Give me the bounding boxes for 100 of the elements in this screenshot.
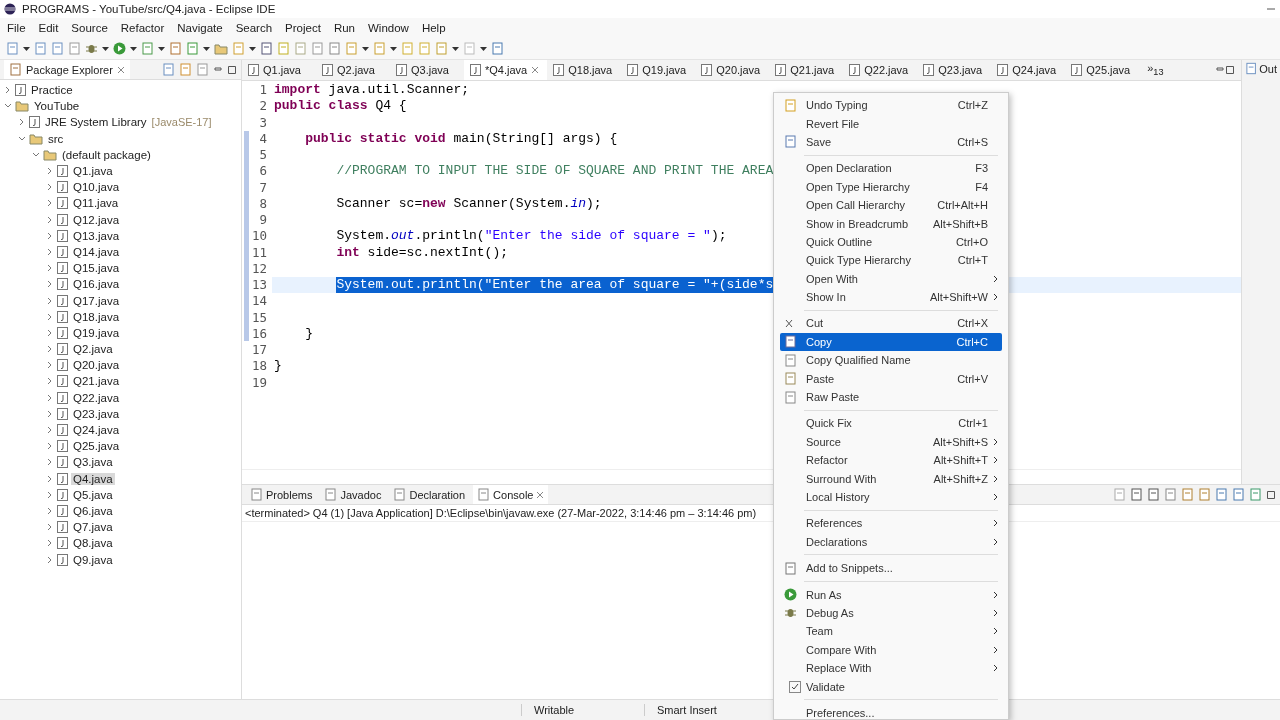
editor-tab[interactable]: Q22.java	[843, 60, 918, 80]
view-tab[interactable]: Problems	[246, 485, 317, 504]
editor-tab[interactable]: Q1.java	[242, 60, 316, 80]
menu-item[interactable]: Quick Outline Ctrl+O	[780, 232, 1002, 252]
menu-item[interactable]: Copy Qualified Name	[780, 351, 1002, 370]
editor-tab[interactable]: Q20.java	[695, 60, 770, 80]
menu-item[interactable]: Source	[66, 22, 116, 34]
menu-item[interactable]: Debug As	[780, 603, 1002, 623]
menu-item[interactable]: Local History	[780, 487, 1002, 507]
maximize-icon[interactable]	[227, 64, 237, 75]
menu-item[interactable]: Copy Ctrl+C	[780, 332, 1002, 352]
chevron-right-icon[interactable]	[46, 345, 54, 354]
tabs-overflow-button[interactable]: »$_{13}$	[1139, 62, 1172, 78]
chevron-right-icon[interactable]	[46, 312, 54, 321]
menu-item[interactable]: Quick Fix Ctrl+1	[780, 414, 1002, 433]
close-icon[interactable]	[116, 65, 125, 74]
chevron-right-icon[interactable]	[46, 264, 54, 273]
tree-item[interactable]: Q3.java	[71, 456, 115, 469]
tree-item[interactable]: Q10.java	[71, 181, 122, 194]
menu-item[interactable]: Refactor	[115, 22, 173, 34]
tree-item[interactable]: Practice	[29, 84, 75, 97]
chevron-right-icon[interactable]	[46, 231, 54, 240]
tree-item[interactable]: Q17.java	[71, 294, 122, 307]
menu-item[interactable]: Add to Snippets...	[780, 559, 1002, 578]
menu-item[interactable]: Revert File	[780, 114, 1002, 133]
chevron-right-icon[interactable]	[46, 442, 54, 451]
tree-item[interactable]: Q11.java	[71, 197, 121, 210]
chevron-right-icon[interactable]	[46, 555, 54, 564]
menu-item[interactable]: Refactor Alt+Shift+T	[780, 451, 1002, 470]
chevron-right-icon[interactable]	[46, 426, 54, 435]
menu-item[interactable]: File	[2, 22, 34, 34]
menu-item[interactable]: Declarations	[780, 532, 1002, 551]
tree-item[interactable]: Q12.java	[71, 213, 122, 226]
editor-tab[interactable]: Q23.java	[917, 60, 992, 80]
tree-item[interactable]: Q13.java	[71, 229, 122, 242]
editor-tab[interactable]: Q24.java	[991, 60, 1066, 80]
play-icon[interactable]	[113, 42, 126, 55]
menu-item[interactable]: Show in Breadcrumb Alt+Shift+B	[780, 214, 1002, 233]
tree-item[interactable]: Q6.java	[71, 504, 115, 517]
tree-item[interactable]: Q20.java	[71, 359, 122, 372]
tree-item[interactable]: Q1.java	[71, 165, 115, 178]
maximize-icon[interactable]	[1266, 489, 1276, 500]
chevron-right-icon[interactable]	[46, 361, 54, 370]
chevron-right-icon[interactable]	[46, 215, 54, 224]
menu-item[interactable]: Replace With	[780, 658, 1002, 678]
tree-item[interactable]: Q4.java	[71, 472, 115, 485]
tree-item[interactable]: Q23.java	[71, 407, 122, 420]
chevron-down-icon[interactable]	[32, 150, 40, 159]
menu-item[interactable]: Window	[363, 22, 417, 34]
chevron-right-icon[interactable]	[46, 167, 54, 176]
tree-item[interactable]: Q7.java	[71, 521, 115, 534]
chevron-right-icon[interactable]	[46, 539, 54, 548]
tree-item[interactable]: Q15.java	[71, 262, 122, 275]
view-tab[interactable]: Package Explorer	[4, 60, 130, 79]
menu-item[interactable]: Navigate	[172, 22, 231, 34]
menu-item[interactable]: Team	[780, 622, 1002, 641]
play-icon[interactable]	[784, 588, 797, 602]
tree-item[interactable]: JRE System Library	[43, 116, 149, 129]
tree-item[interactable]: Q5.java	[71, 488, 115, 501]
chevron-right-icon[interactable]	[46, 199, 54, 208]
menu-item[interactable]: Save Ctrl+S	[780, 132, 1002, 152]
tree-item[interactable]: Q2.java	[71, 343, 115, 356]
editor-tab[interactable]: Q19.java	[621, 60, 696, 80]
tree-item[interactable]: Q8.java	[71, 537, 115, 550]
editor-tab[interactable]: Q2.java	[316, 60, 390, 80]
chevron-right-icon[interactable]	[46, 247, 54, 256]
editor-tab[interactable]: *Q4.java	[464, 60, 548, 80]
menu-item[interactable]: Validate	[780, 677, 1002, 696]
editor-tab[interactable]: Q18.java	[547, 60, 622, 80]
tree-item[interactable]: Q21.java	[71, 375, 122, 388]
menu-item[interactable]: Compare With	[780, 640, 1002, 659]
menu-item[interactable]: Paste Ctrl+V	[780, 369, 1002, 388]
editor-tab[interactable]: Q21.java	[769, 60, 844, 80]
tree-item[interactable]: Q18.java	[71, 310, 122, 323]
chevron-right-icon[interactable]	[46, 280, 54, 289]
view-tab[interactable]: Console	[473, 485, 549, 504]
tree-item[interactable]: Q9.java	[71, 553, 115, 566]
chevron-right-icon[interactable]	[46, 296, 54, 305]
maximize-icon[interactable]	[1225, 65, 1235, 75]
view-tab[interactable]: Javadoc	[320, 485, 386, 504]
tree-item[interactable]: Q22.java	[71, 391, 122, 404]
menu-item[interactable]: Quick Type Hierarchy Ctrl+T	[780, 251, 1002, 270]
outline-tab[interactable]: Out	[1245, 62, 1277, 75]
tree-item[interactable]: YouTube	[32, 100, 82, 113]
menu-item[interactable]: Open Call Hierarchy Ctrl+Alt+H	[780, 195, 1002, 215]
menu-item[interactable]: Edit	[33, 22, 67, 34]
chevron-right-icon[interactable]	[46, 506, 54, 515]
menu-item[interactable]: Project	[280, 22, 329, 34]
menu-item[interactable]: Show In Alt+Shift+W	[780, 287, 1002, 307]
menu-item[interactable]: Search	[230, 22, 281, 34]
menu-item[interactable]: Open Declaration F3	[780, 159, 1002, 178]
chevron-right-icon[interactable]	[46, 474, 54, 483]
tree-item[interactable]: src	[46, 132, 66, 145]
chevron-right-icon[interactable]	[46, 377, 54, 386]
editor-tab[interactable]: Q3.java	[390, 60, 464, 80]
chevron-right-icon[interactable]	[46, 458, 54, 467]
chevron-right-icon[interactable]	[46, 328, 54, 337]
chevron-right-icon[interactable]	[18, 118, 26, 127]
view-tab[interactable]: Declaration	[389, 485, 470, 504]
menu-item[interactable]: Preferences...	[780, 703, 1002, 720]
